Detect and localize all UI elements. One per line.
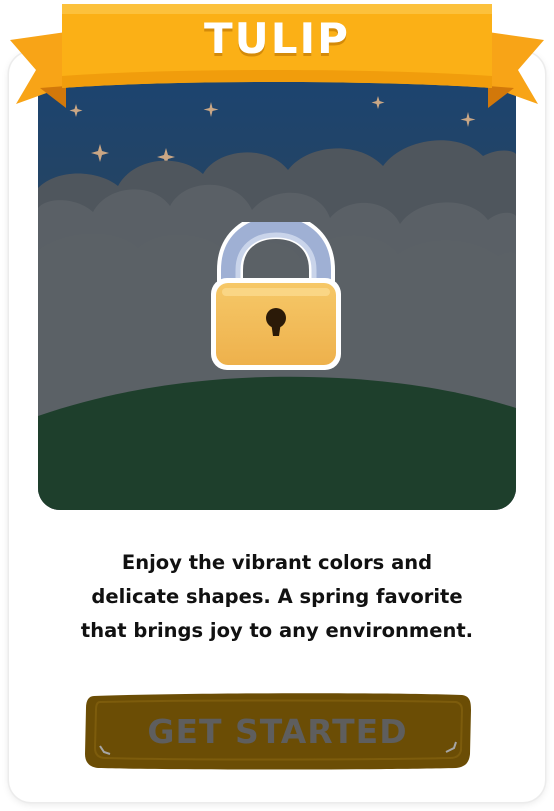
description-line: delicate shapes. A spring favorite: [91, 585, 463, 608]
get-started-button[interactable]: GET STARTED: [84, 692, 471, 770]
get-started-label: GET STARTED: [147, 712, 408, 751]
item-title: TULIP: [204, 14, 350, 63]
description-line: Enjoy the vibrant colors and: [121, 551, 433, 574]
title-ribbon: TULIP: [0, 0, 554, 120]
padlock-icon: [208, 212, 344, 374]
description-line: that brings joy to any environment.: [80, 619, 474, 642]
item-description: Enjoy the vibrant colors and delicate sh…: [40, 546, 514, 648]
